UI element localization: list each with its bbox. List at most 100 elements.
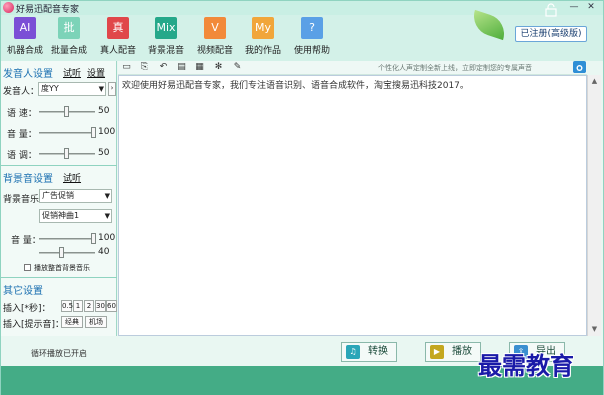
bg-volume-label: 音 量： (11, 236, 41, 246)
human-icon: 真 (107, 17, 129, 39)
insert-0.5s-button[interactable]: 0.5 (61, 300, 73, 312)
bg-level-slider-thumb[interactable] (59, 247, 64, 258)
speed-value: 50 (98, 106, 110, 116)
pitch-value: 50 (98, 148, 110, 158)
bg-level-value: 40 (98, 247, 110, 257)
custom-voice-hint[interactable]: 个性化人声定制全新上线，立即定制您的专属声音 (378, 63, 532, 73)
app-window: 好易迅配音专家 — ✕ AI 机器合成 批 批量合成 真 真人配音 Mix 背景… (0, 0, 604, 395)
pitch-label: 语 调： (7, 151, 37, 161)
scroll-down-icon[interactable]: ▼ (588, 323, 601, 335)
tab-label: 使用帮助 (293, 46, 330, 56)
brush-icon[interactable]: ✎ (232, 62, 243, 73)
minimize-button[interactable]: — (567, 1, 581, 14)
editor-scrollbar[interactable]: ▲ ▼ (587, 75, 601, 336)
tab-label: 我的作品 (244, 46, 281, 56)
loop-bg-label: 播放整首背景音乐 (34, 264, 90, 272)
sound-airport-button[interactable]: 机场 (85, 316, 107, 328)
tab-my-works[interactable]: My 我的作品 (239, 17, 287, 56)
insert-sound-label: 插入[提示音]： (3, 320, 65, 330)
document-icon[interactable]: ▤ (176, 62, 187, 73)
bg-volume-slider-thumb[interactable] (91, 233, 96, 244)
ai-icon: AI (14, 17, 36, 39)
main-toolbar: AI 机器合成 批 批量合成 真 真人配音 Mix 背景混音 V 视频配音 My… (1, 15, 603, 61)
bg-volume-slider[interactable] (39, 238, 95, 240)
insert-60s-button[interactable]: 60 (106, 300, 117, 312)
my-works-icon: My (252, 17, 274, 39)
insert-30s-button[interactable]: 30 (95, 300, 106, 312)
other-settings-title: 其它设置 (3, 286, 43, 297)
section-divider (1, 277, 117, 278)
volume-slider-thumb[interactable] (91, 127, 96, 138)
volume-label: 音 量： (7, 130, 37, 140)
mix-icon: Mix (155, 17, 177, 39)
tab-label: 机器合成 (6, 46, 43, 56)
help-icon: ? (301, 17, 323, 39)
play-label: 播放 (452, 346, 472, 357)
pitch-slider-thumb[interactable] (64, 148, 69, 159)
bg-volume-value: 100 (98, 233, 116, 243)
editor-toolbar: ▭ ⎘ ↶ ▤ ▦ ✻ ✎ 个性化人声定制全新上线，立即定制您的专属声音 (118, 61, 587, 75)
tab-human-voice[interactable]: 真 真人配音 (94, 17, 142, 56)
voice-select[interactable]: 度YY ▼ (38, 82, 106, 96)
window-title: 好易迅配音专家 (16, 5, 80, 15)
app-logo-icon (3, 2, 14, 13)
title-bar: 好易迅配音专家 — ✕ (1, 1, 603, 15)
grid-icon[interactable]: ▦ (194, 62, 205, 73)
bg-track-value: 促销神曲1 (42, 211, 80, 220)
sound-classic-button[interactable]: 经典 (61, 316, 83, 328)
insert-2s-button[interactable]: 2 (84, 300, 94, 312)
registered-button[interactable]: 已注册(高级版) (515, 26, 587, 42)
play-icon: ▶ (430, 345, 444, 359)
camera-icon[interactable] (573, 61, 586, 73)
tab-label: 背景混音 (147, 46, 184, 56)
play-button[interactable]: ▶ 播放 (425, 342, 481, 362)
loop-status: 循环播放已开启 (31, 349, 87, 358)
voice-trial-link[interactable]: 试听 (63, 66, 81, 79)
voice-label: 发音人： (3, 87, 40, 97)
voice-settings-title: 发音人设置 (3, 69, 53, 80)
tab-help[interactable]: ? 使用帮助 (288, 17, 336, 56)
text-editor[interactable]: 欢迎使用好易迅配音专家，我们专注语音识别、语音合成软件，淘宝搜易迅科技2017。 (118, 75, 587, 336)
bg-level-slider[interactable] (39, 252, 95, 254)
close-button[interactable]: ✕ (584, 1, 598, 14)
section-divider (1, 165, 117, 166)
loop-bg-checkbox[interactable] (24, 264, 31, 271)
tab-bg-mix[interactable]: Mix 背景混音 (142, 17, 190, 56)
watermark-logo: 最需教育 (478, 351, 574, 380)
speed-slider-thumb[interactable] (64, 106, 69, 117)
tab-batch-synthesis[interactable]: 批 批量合成 (45, 17, 93, 56)
music-note-icon: ♫ (346, 345, 360, 359)
bg-track-select[interactable]: 促销神曲1 ▼ (39, 209, 112, 223)
bg-music-label: 背景音乐 (3, 195, 40, 205)
bg-category-select[interactable]: 广告促销 ▼ (39, 189, 112, 203)
volume-value: 100 (98, 127, 116, 137)
tab-label: 批量合成 (50, 46, 87, 56)
tab-label: 真人配音 (99, 46, 136, 56)
voice-settings-link[interactable]: 设置 (87, 66, 105, 79)
editor-content: 欢迎使用好易迅配音专家，我们专注语音识别、语音合成软件，淘宝搜易迅科技2017。 (122, 81, 469, 91)
copy-icon[interactable]: ⎘ (139, 62, 150, 73)
bg-category-value: 广告促销 (42, 191, 74, 200)
insert-1s-button[interactable]: 1 (73, 300, 83, 312)
convert-button[interactable]: ♫ 转换 (341, 342, 397, 362)
insert-seconds-label: 插入[*秒]： (3, 304, 51, 314)
batch-icon: 批 (58, 17, 80, 39)
voice-select-value: 度YY (41, 84, 59, 93)
effects-icon[interactable]: ✻ (213, 62, 224, 73)
scroll-up-icon[interactable]: ▲ (588, 75, 601, 87)
tab-video-dub[interactable]: V 视频配音 (191, 17, 239, 56)
undo-icon[interactable]: ↶ (158, 62, 169, 73)
tab-machine-synthesis[interactable]: AI 机器合成 (1, 17, 49, 56)
new-doc-icon[interactable]: ▭ (121, 62, 132, 73)
settings-panel: 发音人设置 试听 设置 发音人： 度YY ▼ › 语 速： 50 音 量： 10… (1, 61, 117, 336)
chevron-down-icon: ▼ (98, 85, 104, 93)
chevron-down-icon: ▼ (104, 192, 110, 200)
bg-settings-title: 背景音设置 (3, 174, 53, 185)
lock-icon[interactable] (545, 3, 557, 17)
speed-label: 语 速： (7, 109, 37, 119)
volume-slider[interactable] (39, 132, 95, 134)
bg-trial-link[interactable]: 试听 (63, 171, 81, 184)
voice-more-button[interactable]: › (108, 82, 116, 96)
convert-label: 转换 (368, 346, 388, 357)
video-icon: V (204, 17, 226, 39)
